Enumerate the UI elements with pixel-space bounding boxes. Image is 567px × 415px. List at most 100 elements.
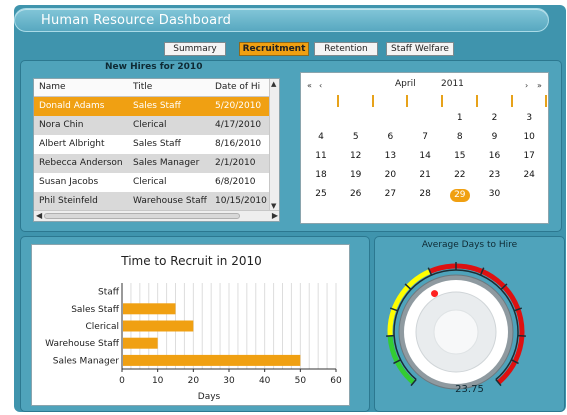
calendar-day[interactable]: 13 <box>380 151 400 161</box>
table-horizontal-scrollbar[interactable]: ◀ ▶ <box>34 210 279 221</box>
calendar-day[interactable]: 8 <box>450 132 470 142</box>
calendar-column-marker <box>337 95 339 107</box>
chart-x-tick-label: 50 <box>295 376 307 386</box>
cell-name: Rebecca Anderson <box>39 158 123 168</box>
calendar-day[interactable]: 29 <box>449 189 470 202</box>
calendar-day[interactable]: 3 <box>519 113 539 123</box>
calendar-column-marker <box>475 95 478 107</box>
cell-title: Sales Staff <box>133 139 181 149</box>
calendar-day[interactable]: 18 <box>311 170 331 180</box>
cell-date: 6/8/2010 <box>215 177 256 187</box>
table-row[interactable]: Albert Albright Sales Staff 8/16/2010 <box>34 135 270 154</box>
cell-name: Donald Adams <box>39 101 105 111</box>
window-title: Human Resource Dashboard <box>41 13 232 28</box>
scroll-left-icon[interactable]: ◀ <box>36 211 42 220</box>
calendar-day[interactable]: 14 <box>415 151 435 161</box>
calendar-day[interactable]: 26 <box>346 189 366 199</box>
calendar: « ‹ April 2011 › » 1 2 3 4 5 6 7 8 9 10 11 12 13 14 15… <box>300 72 549 224</box>
calendar-day[interactable]: 27 <box>380 189 400 199</box>
calendar-column-marker <box>510 95 513 107</box>
calendar-day[interactable]: 30 <box>485 189 505 199</box>
chart-bar <box>123 354 301 366</box>
chart-bar <box>123 320 194 332</box>
calendar-column-marker <box>406 95 409 107</box>
chart-x-tick-label: 30 <box>223 376 235 386</box>
calendar-day[interactable]: 21 <box>415 170 435 180</box>
table-header: Name Title Date of Hi <box>34 79 270 97</box>
calendar-day[interactable]: 23 <box>485 170 505 180</box>
gauge-knob-center <box>433 309 479 355</box>
calendar-day[interactable]: 28 <box>415 189 435 199</box>
prev-year-icon[interactable]: « <box>307 81 312 90</box>
calendar-column-marker <box>371 95 374 107</box>
cell-title: Clerical <box>133 120 167 130</box>
cell-title: Sales Staff <box>133 101 181 111</box>
calendar-month: April <box>395 79 416 89</box>
chart-category-label: Sales Staff <box>71 305 120 315</box>
scroll-right-icon[interactable]: ▶ <box>272 211 278 220</box>
chart-plot: Staff Sales Staff Clerical Warehouse Staff S… <box>45 283 342 402</box>
scroll-down-icon[interactable]: ▼ <box>271 202 276 210</box>
chart-category-label: Clerical <box>86 322 120 332</box>
column-header-name[interactable]: Name <box>39 82 129 92</box>
chart-bar <box>123 303 176 315</box>
tab-summary[interactable]: Summary <box>164 42 226 56</box>
gauge-value: 23.75 <box>455 384 484 395</box>
calendar-day[interactable]: 12 <box>346 151 366 161</box>
calendar-day[interactable]: 6 <box>380 132 400 142</box>
table-row[interactable]: Phil Steinfeld Warehouse Staff 10/15/2010 <box>34 192 270 211</box>
chart-x-tick-label: 20 <box>188 376 200 386</box>
table-row[interactable]: Nora Chin Clerical 4/17/2010 <box>34 116 270 135</box>
chart-x-tick-label: 10 <box>152 376 164 386</box>
cell-date: 4/17/2010 <box>215 120 262 130</box>
cell-date: 2/1/2010 <box>215 158 256 168</box>
cell-title: Sales Manager <box>133 158 200 168</box>
calendar-day[interactable]: 5 <box>346 132 366 142</box>
tab-staff-welfare[interactable]: Staff Welfare <box>386 42 454 56</box>
time-to-recruit-chart: Time to Recruit in 2010 Staff Sales Staff… <box>31 244 350 406</box>
calendar-day[interactable]: 15 <box>450 151 470 161</box>
table-vertical-scrollbar[interactable]: ▲ ▼ <box>269 79 279 211</box>
calendar-day[interactable]: 19 <box>346 170 366 180</box>
title-bar: Human Resource Dashboard <box>14 8 549 32</box>
chart-category-label: Staff <box>98 288 120 298</box>
new-hires-table: Name Title Date of Hi Donald Adams Sales … <box>33 78 280 222</box>
calendar-day[interactable]: 1 <box>450 113 470 123</box>
calendar-day[interactable]: 24 <box>519 170 539 180</box>
calendar-day[interactable]: 2 <box>485 113 505 123</box>
table-row[interactable]: Susan Jacobs Clerical 6/8/2010 <box>34 173 270 192</box>
column-header-title[interactable]: Title <box>133 82 211 92</box>
calendar-day[interactable]: 7 <box>415 132 435 142</box>
table-row[interactable]: Donald Adams Sales Staff 5/20/2010 <box>34 97 270 116</box>
calendar-day[interactable]: 22 <box>450 170 470 180</box>
column-header-date[interactable]: Date of Hi <box>215 82 270 92</box>
gauge-indicator <box>431 290 439 298</box>
calendar-day[interactable]: 10 <box>519 132 539 142</box>
tab-recruitment[interactable]: Recruitment <box>239 42 309 56</box>
scroll-up-icon[interactable]: ▲ <box>271 80 276 88</box>
calendar-column-marker <box>441 95 444 107</box>
chart-x-tick-label: 60 <box>330 376 342 386</box>
calendar-day[interactable]: 4 <box>311 132 331 142</box>
calendar-day[interactable]: 9 <box>485 132 505 142</box>
calendar-day[interactable]: 20 <box>380 170 400 180</box>
chart-bar <box>123 337 158 349</box>
next-year-icon[interactable]: » <box>537 81 542 90</box>
scroll-thumb[interactable] <box>44 213 240 219</box>
table-row[interactable]: Rebecca Anderson Sales Manager 2/1/2010 <box>34 154 270 173</box>
cell-name: Albert Albright <box>39 139 105 149</box>
calendar-day[interactable]: 17 <box>519 151 539 161</box>
next-month-icon[interactable]: › <box>525 81 528 90</box>
chart-x-axis-label: Days <box>198 392 221 402</box>
cell-title: Warehouse Staff <box>133 196 207 206</box>
cell-name: Nora Chin <box>39 120 84 130</box>
new-hires-heading: New Hires for 2010 <box>105 62 203 72</box>
chart-category-label: Sales Manager <box>53 356 120 366</box>
tab-retention[interactable]: Retention <box>314 42 378 56</box>
calendar-day[interactable]: 11 <box>311 151 331 161</box>
calendar-day[interactable]: 16 <box>485 151 505 161</box>
calendar-day[interactable]: 25 <box>311 189 331 199</box>
cell-date: 8/16/2010 <box>215 139 262 149</box>
prev-month-icon[interactable]: ‹ <box>319 81 322 90</box>
calendar-year: 2011 <box>441 79 464 89</box>
